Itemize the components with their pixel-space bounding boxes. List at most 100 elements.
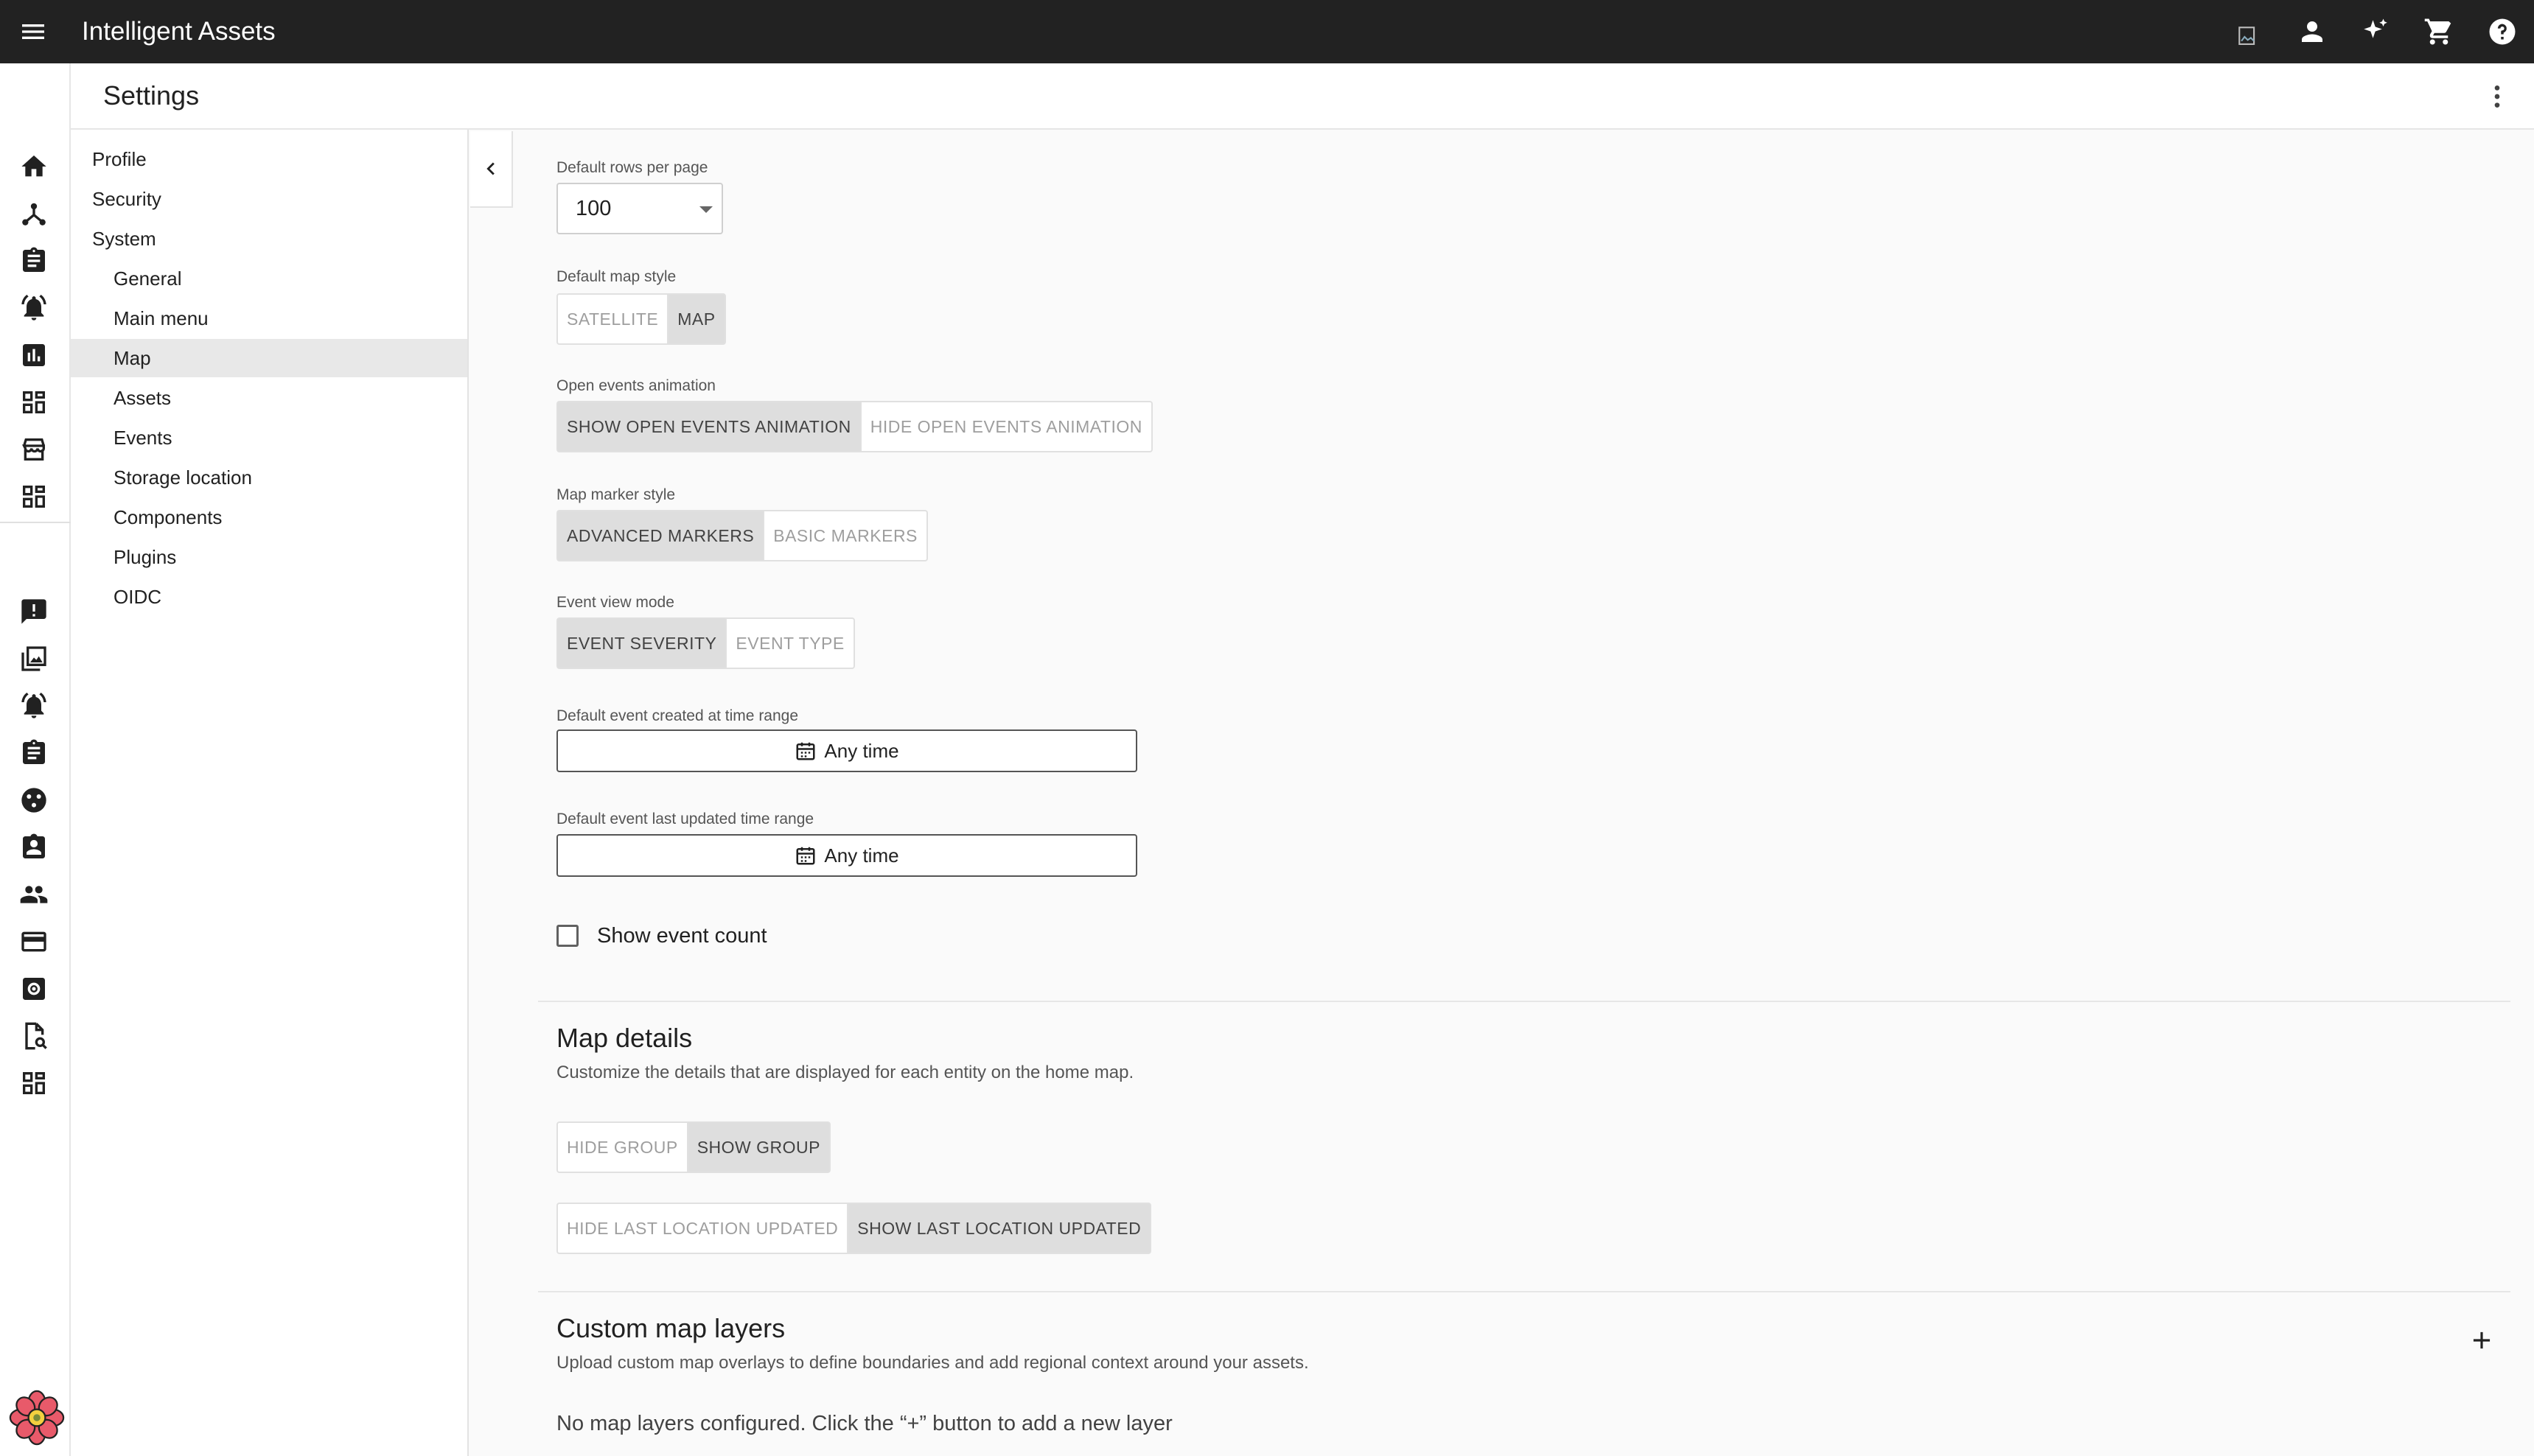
show-event-count-label: Show event count: [597, 923, 767, 948]
event-view-mode-toggle: EVENT SEVERITY EVENT TYPE: [556, 617, 855, 669]
report-icon: [21, 599, 46, 624]
broken-image-button[interactable]: [2217, 0, 2280, 63]
rail-billing[interactable]: [15, 923, 53, 961]
show-event-count-checkbox[interactable]: [556, 925, 579, 947]
rail-reports[interactable]: [15, 592, 53, 631]
more-vert-icon: [2494, 85, 2500, 108]
cart-icon: [2424, 18, 2451, 45]
rail-divider: [0, 522, 71, 523]
nav-item-label: Security: [92, 187, 161, 210]
rail-people[interactable]: [15, 875, 53, 914]
rail-clipboard[interactable]: [15, 242, 53, 280]
nav-item-label: System: [92, 227, 156, 250]
event-severity-button[interactable]: EVENT SEVERITY: [558, 619, 727, 668]
sparkle-icon: [2364, 18, 2387, 38]
dropdown-caret-icon: [699, 206, 713, 213]
menu-icon: [22, 24, 44, 39]
app-title: Intelligent Assets: [82, 17, 276, 46]
hide-open-events-animation-button[interactable]: HIDE OPEN EVENTS ANIMATION: [862, 402, 1151, 451]
calendar-icon: [795, 740, 817, 762]
menu-button[interactable]: [0, 0, 66, 63]
help-button[interactable]: [2471, 0, 2534, 63]
nav-item-map[interactable]: Map: [71, 339, 467, 377]
basic-markers-button[interactable]: BASIC MARKERS: [764, 511, 926, 560]
settings-box-icon: [23, 978, 45, 1000]
rail-dashboard-3[interactable]: [15, 1064, 53, 1102]
help-icon: [2489, 18, 2516, 45]
updated-range-label: Default event last updated time range: [556, 811, 814, 827]
rail-settings[interactable]: [15, 970, 53, 1008]
show-last-location-button[interactable]: SHOW LAST LOCATION UPDATED: [848, 1204, 1151, 1253]
nav-item-general[interactable]: General: [71, 259, 467, 298]
nav-item-assets[interactable]: Assets: [71, 379, 467, 417]
updated-range-button[interactable]: Any time: [556, 834, 1137, 877]
broken-image-icon: [2238, 27, 2255, 45]
rail-analytics[interactable]: [15, 336, 53, 374]
rail-alarms-2[interactable]: [15, 687, 53, 725]
rail-clipboard-2[interactable]: [15, 734, 53, 772]
bar-chart-icon: [23, 344, 45, 366]
hide-last-location-button[interactable]: HIDE LAST LOCATION UPDATED: [558, 1204, 849, 1253]
clipboard-icon: [23, 247, 45, 272]
map-style-label: Default map style: [556, 268, 677, 285]
map-style-toggle: SATELLITE MAP: [556, 293, 726, 345]
rail-alarms[interactable]: [15, 289, 53, 327]
add-layer-button[interactable]: [2462, 1320, 2502, 1360]
account-icon: [2302, 21, 2322, 42]
nav-item-components[interactable]: Components: [71, 498, 467, 536]
event-view-mode-label: Event view mode: [556, 594, 674, 611]
cart-button[interactable]: [2407, 0, 2471, 63]
badge-icon: [23, 833, 45, 858]
nav-item-main-menu[interactable]: Main menu: [71, 299, 467, 337]
settings-content: Default rows per page 100 Default map st…: [538, 130, 2510, 1456]
nav-item-label: Main menu: [114, 307, 209, 329]
event-type-button[interactable]: EVENT TYPE: [727, 619, 853, 668]
rail-home[interactable]: [15, 147, 53, 186]
account-button[interactable]: [2280, 0, 2344, 63]
more-options-button[interactable]: [2478, 77, 2516, 116]
hide-group-button[interactable]: HIDE GROUP: [558, 1123, 688, 1172]
nav-item-security[interactable]: Security: [71, 180, 467, 218]
last-location-toggle: HIDE LAST LOCATION UPDATED SHOW LAST LOC…: [556, 1203, 1152, 1254]
map-style-map-button[interactable]: MAP: [669, 295, 725, 343]
nav-item-plugins[interactable]: Plugins: [71, 538, 467, 576]
advanced-markers-button[interactable]: ADVANCED MARKERS: [558, 511, 765, 560]
show-open-events-animation-button[interactable]: SHOW OPEN EVENTS ANIMATION: [558, 402, 862, 451]
nav-item-label: Storage location: [114, 466, 252, 489]
updated-range-value: Any time: [824, 844, 899, 867]
home-icon: [21, 155, 46, 177]
rail-dashboard-2[interactable]: [15, 477, 53, 516]
nav-item-events[interactable]: Events: [71, 419, 467, 457]
page-title: Settings: [103, 80, 200, 111]
dashboard-icon: [23, 486, 45, 508]
nav-item-system[interactable]: System: [71, 220, 467, 258]
map-details-title: Map details: [556, 1023, 693, 1053]
app-bar: Intelligent Assets: [0, 0, 2534, 63]
rail-doc-search[interactable]: [15, 1017, 53, 1055]
store-icon: [21, 438, 45, 461]
nav-item-profile[interactable]: Profile: [71, 140, 467, 178]
created-range-button[interactable]: Any time: [556, 729, 1137, 772]
nav-item-storage-location[interactable]: Storage location: [71, 458, 467, 497]
marker-style-toggle: ADVANCED MARKERS BASIC MARKERS: [556, 510, 928, 561]
collapse-nav-button[interactable]: [470, 131, 513, 208]
rail-badge[interactable]: [15, 828, 53, 867]
rows-per-page-select[interactable]: 100: [556, 183, 723, 234]
nav-item-label: Profile: [92, 147, 147, 170]
nav-item-label: Map: [114, 346, 151, 369]
show-group-button[interactable]: SHOW GROUP: [688, 1123, 829, 1172]
palette-icon: [21, 788, 46, 813]
nav-item-oidc[interactable]: OIDC: [71, 578, 467, 616]
group-toggle: HIDE GROUP SHOW GROUP: [556, 1121, 831, 1173]
rail-gallery[interactable]: [15, 640, 53, 678]
rail-store[interactable]: [15, 430, 53, 469]
map-style-satellite-button[interactable]: SATELLITE: [558, 295, 669, 343]
calendar-icon: [795, 844, 817, 867]
dashboard-icon: [23, 1072, 45, 1094]
ai-assistant-button[interactable]: [2344, 0, 2407, 63]
rail-dashboard[interactable]: [15, 383, 53, 421]
rail-hierarchy[interactable]: [15, 195, 53, 233]
created-range-label: Default event created at time range: [556, 707, 799, 724]
chevron-left-icon: [486, 162, 495, 175]
rail-palette[interactable]: [15, 781, 53, 819]
